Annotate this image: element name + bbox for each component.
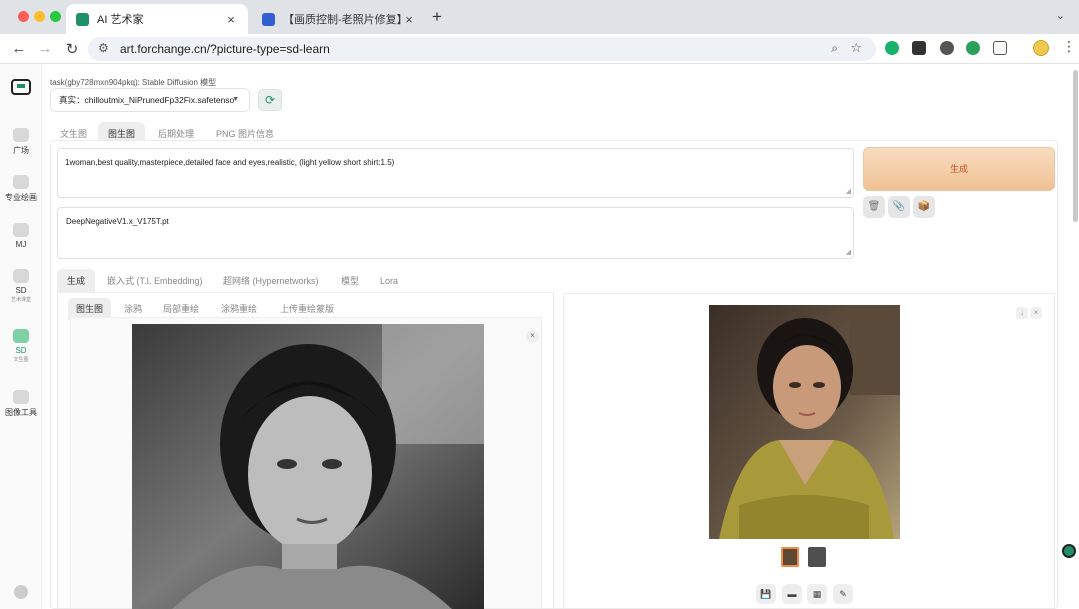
extension-terminal-icon[interactable]	[912, 41, 926, 55]
app-favicon-icon	[76, 12, 89, 26]
site-info-icon[interactable]: ⚙	[98, 41, 109, 55]
negative-prompt-text: DeepNegativeV1.x_V175T.pt	[66, 217, 169, 226]
trash-icon[interactable]: 🗑	[863, 196, 885, 218]
browser-menu-icon[interactable]: ⋮	[1062, 38, 1076, 55]
zip-icon[interactable]: ▬	[782, 584, 802, 604]
extension-printer-icon[interactable]	[940, 41, 954, 55]
app-page: 广场 专业绘画 MJ SD 艺术课堂 SD 文生图 图像工具 task(gby7…	[0, 64, 1079, 609]
sidebar: 广场 专业绘画 MJ SD 艺术课堂 SD 文生图 图像工具	[0, 64, 42, 609]
pro-painting-icon	[13, 175, 29, 189]
model-value: chilloutmix_NiPrunedFp32Fix.safetenso	[84, 95, 235, 105]
tab-models[interactable]: 模型	[331, 269, 369, 293]
float-assistant-icon[interactable]	[1062, 544, 1076, 558]
extension-green-icon[interactable]	[885, 41, 899, 55]
sidebar-item-sublabel: 艺术课堂	[10, 297, 31, 303]
send-to-inpaint-icon[interactable]: ✎	[833, 584, 853, 604]
tab-search-chevron-icon[interactable]: ⌄	[1056, 9, 1065, 22]
tab-embedding[interactable]: 嵌入式 (T.I. Embedding)	[97, 269, 213, 293]
output-photo[interactable]	[709, 305, 900, 539]
close-icon[interactable]: ×	[1030, 307, 1042, 319]
window-close-button[interactable]	[18, 11, 29, 22]
model-select[interactable]: 真实： chilloutmix_NiPrunedFp32Fix.safetens…	[50, 88, 250, 112]
task-label: task(gby728mxn904pkq): Stable Diffusion …	[50, 78, 217, 87]
back-button[interactable]: ←	[10, 40, 28, 57]
browser-tab-active[interactable]: AI 艺术家 ×	[66, 4, 248, 34]
output-thumbnail-color[interactable]	[781, 547, 799, 567]
tab-hypernetworks[interactable]: 超网络 (Hypernetworks)	[213, 269, 329, 293]
sidebar-item-plaza[interactable]: 广场	[0, 128, 42, 156]
user-icon[interactable]	[14, 585, 28, 599]
sidebar-item-label: 广场	[13, 146, 29, 155]
window-minimize-button[interactable]	[34, 11, 45, 22]
resize-handle-icon[interactable]: ◢	[846, 248, 851, 256]
extensions-puzzle-icon[interactable]	[993, 41, 1007, 55]
chevron-down-icon: ▼	[232, 96, 239, 103]
sidebar-item-label: SD	[15, 286, 27, 295]
generate-button[interactable]: 生成	[863, 147, 1055, 191]
sidebar-item-label: 图像工具	[5, 408, 37, 417]
package-icon[interactable]: 📦	[913, 196, 935, 218]
sidebar-item-label: MJ	[15, 240, 27, 249]
sidebar-item-sd-class[interactable]: SD 艺术课堂	[0, 269, 42, 303]
input-photo	[132, 324, 484, 609]
tab-title: AI 艺术家	[97, 14, 144, 26]
mj-icon	[13, 223, 29, 237]
address-bar[interactable]: ⚙ art.forchange.cn/?picture-type=sd-lear…	[88, 37, 876, 61]
tab-lora[interactable]: Lora	[370, 269, 408, 293]
tab-generate[interactable]: 生成	[57, 269, 96, 293]
paperclip-icon[interactable]: 📎	[888, 196, 910, 218]
output-tools: ↓ ×	[1014, 307, 1042, 319]
resize-handle-icon[interactable]: ◢	[846, 187, 851, 195]
refresh-model-button[interactable]: ⟳	[258, 89, 282, 111]
extension-chatgpt-icon[interactable]	[966, 41, 980, 55]
browser-tab-inactive[interactable]: 【画质控制-老照片修复】案例 ×	[252, 4, 426, 34]
send-to-img2img-icon[interactable]: ▦	[807, 584, 827, 604]
output-thumbnail-bw[interactable]	[808, 547, 826, 567]
image-tools-icon	[13, 390, 29, 404]
download-icon[interactable]: ↓	[1016, 307, 1028, 319]
scrollbar[interactable]	[1073, 70, 1078, 222]
sidebar-item-image-tools[interactable]: 图像工具	[0, 390, 42, 418]
close-icon[interactable]: ×	[526, 330, 539, 343]
browser-tab-bar: AI 艺术家 × 【画质控制-老照片修复】案例 × + ⌄	[0, 0, 1079, 34]
sidebar-item-label: SD	[15, 346, 27, 355]
input-image-area[interactable]	[70, 317, 542, 609]
profile-avatar[interactable]	[1033, 40, 1049, 56]
negative-prompt-input[interactable]: DeepNegativeV1.x_V175T.pt ◢	[57, 207, 854, 259]
tab-title: 【画质控制-老照片修复】案例	[283, 14, 402, 26]
bookmark-star-icon[interactable]: ☆	[850, 40, 862, 56]
window-maximize-button[interactable]	[50, 11, 61, 22]
zoom-icon[interactable]: ⌕	[831, 41, 838, 56]
tab-close-icon[interactable]: ×	[224, 12, 238, 27]
url-text[interactable]: art.forchange.cn/?picture-type=sd-learn	[120, 42, 330, 56]
model-prefix: 真实：	[59, 95, 85, 105]
plaza-icon	[13, 128, 29, 142]
new-tab-button[interactable]: +	[432, 7, 442, 27]
sidebar-item-pro-painting[interactable]: 专业绘画	[0, 175, 42, 203]
prompt-input[interactable]: 1woman,best quality,masterpiece,detailed…	[57, 148, 854, 198]
sidebar-item-mj[interactable]: MJ	[0, 223, 42, 249]
forward-button[interactable]: →	[36, 40, 54, 57]
reload-button[interactable]: ↻	[63, 40, 81, 58]
save-icon[interactable]: 💾	[756, 584, 776, 604]
sidebar-item-label: 专业绘画	[5, 193, 37, 202]
sidebar-item-sublabel: 文生图	[13, 357, 29, 363]
prompt-text: 1woman,best quality,masterpiece,detailed…	[65, 158, 395, 167]
sd-icon	[13, 329, 29, 343]
tab-close-icon[interactable]: ×	[402, 12, 416, 27]
sd-class-icon	[13, 269, 29, 283]
doc-favicon-icon	[262, 12, 275, 26]
app-logo-icon[interactable]	[11, 79, 31, 95]
sidebar-item-sd-text2img[interactable]: SD 文生图	[0, 329, 42, 363]
